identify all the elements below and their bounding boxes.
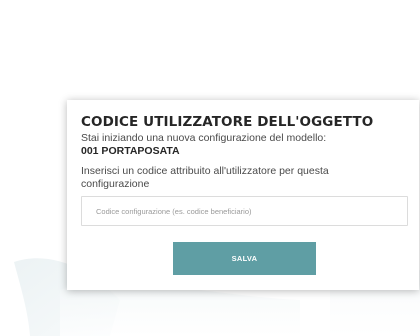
dialog-instruction: Inserisci un codice attribuito all'utili… xyxy=(81,165,329,190)
dialog-title: CODICE UTILIZZATORE DELL'OGGETTO xyxy=(81,114,374,130)
configuration-code-input[interactable] xyxy=(81,196,408,226)
model-name: 001 PORTAPOSATA xyxy=(81,145,180,157)
configuration-code-dialog: CODICE UTILIZZATORE DELL'OGGETTO Stai in… xyxy=(67,100,419,290)
save-button[interactable]: SALVA xyxy=(173,242,316,275)
dialog-subtitle: Stai iniziando una nuova configurazione … xyxy=(81,132,327,144)
